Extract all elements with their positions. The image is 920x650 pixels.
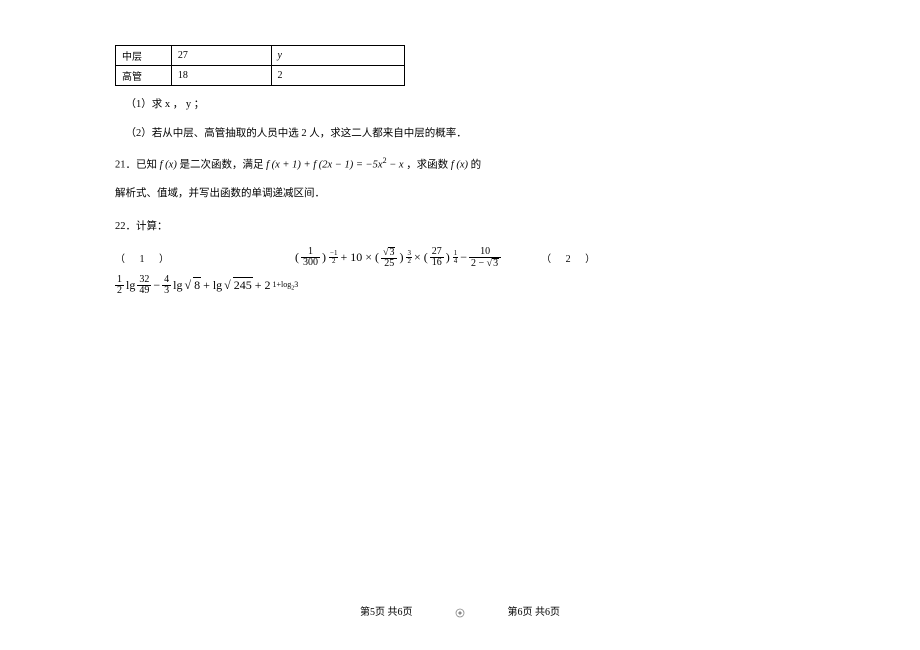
question-21-line1: 21．已知 f (x) 是二次函数，满足 f (x + 1) + f (2x −…	[115, 154, 805, 175]
sub-label-1: （ 1 ）	[115, 250, 175, 265]
question-21-line2: 解析式、值域，并写出函数的单调递减区间．	[115, 185, 805, 204]
math-expr: − x	[387, 159, 404, 170]
math-expr: f (x + 1) + f (2x − 1) = −5x	[266, 159, 382, 170]
text: ，求函数	[406, 159, 448, 170]
formula-1: ( 1 300 ) −1 2 + 10 × ( √3 25 ) 3 2 × ( …	[295, 247, 501, 269]
numerator: 10	[469, 247, 501, 258]
fraction: 10 2 − √3	[469, 247, 501, 269]
denominator: 49	[137, 286, 151, 296]
exponent-fraction: 3 2	[406, 250, 412, 265]
denominator: 2 − √3	[469, 258, 501, 269]
question-part-1: （1）求 x ， y ；	[115, 96, 805, 115]
footer-page-left: 第5页 共6页	[360, 603, 413, 618]
exponent: 1+log23	[273, 280, 299, 292]
fraction: 1 2	[115, 275, 124, 296]
sqrt: 245	[233, 277, 253, 293]
operator: × (	[414, 250, 428, 265]
cell: 27	[171, 46, 271, 66]
formula-row-2: 1 2 lg 32 49 − 4 3 lg √8 + lg √245 + 21+…	[115, 275, 805, 296]
operator: −	[153, 278, 160, 293]
footer-icon	[455, 608, 465, 618]
table-row: 高管 18 2	[116, 66, 405, 86]
fraction: √3 25	[381, 247, 398, 269]
operator: + 2	[255, 278, 271, 293]
page-footer: 第5页 共6页 第6页 共6页	[0, 603, 920, 618]
exponent-fraction: 1 4	[453, 250, 459, 265]
fraction: 27 16	[430, 247, 444, 268]
denominator: 300	[301, 258, 320, 268]
footer-page-right: 第6页 共6页	[508, 603, 561, 618]
text: 的	[471, 159, 482, 170]
sub-label-2: （ 2 ）	[541, 250, 601, 265]
cell: 高管	[116, 66, 172, 86]
cell: 中层	[116, 46, 172, 66]
question-part-2: （2）若从中层、高管抽取的人员中选 2 人，求这二人都来自中层的概率．	[115, 125, 805, 144]
exp-den: 4	[453, 258, 459, 265]
page-content: 中层 27 y 高管 18 2 （1）求 x ， y ； （2）若从中层、高管抽…	[0, 0, 920, 296]
text: 是二次函数，满足	[179, 159, 263, 170]
denominator: 16	[430, 258, 444, 268]
exp-den: 2	[329, 258, 338, 265]
formula-2: 1 2 lg 32 49 − 4 3 lg √8 + lg √245 + 21+…	[115, 275, 298, 296]
text: 21．已知	[115, 159, 157, 170]
operator: −	[460, 250, 467, 265]
fraction: 32 49	[137, 275, 151, 296]
denominator: 25	[381, 259, 398, 269]
math-expr: f (x)	[160, 159, 177, 170]
cell: y	[271, 46, 405, 66]
denominator: 2	[115, 286, 124, 296]
data-table: 中层 27 y 高管 18 2	[115, 45, 405, 86]
cell: 18	[171, 66, 271, 86]
exp-den: 2	[406, 258, 412, 265]
cell: 2	[271, 66, 405, 86]
formula-row-1: （ 1 ） ( 1 300 ) −1 2 + 10 × ( √3 25 ) 3 …	[115, 247, 805, 269]
operator: lg	[126, 278, 135, 293]
table-row: 中层 27 y	[116, 46, 405, 66]
sqrt: 8	[193, 277, 201, 293]
operator: + lg	[203, 278, 222, 293]
math-expr: f (x)	[451, 159, 468, 170]
fraction: 1 300	[301, 247, 320, 268]
question-22-prefix: 22．计算：	[115, 218, 805, 237]
fraction: 4 3	[162, 275, 171, 296]
operator: lg	[173, 278, 182, 293]
denominator: 3	[162, 286, 171, 296]
exponent-fraction: −1 2	[329, 250, 338, 265]
operator: + 10 × (	[340, 250, 379, 265]
